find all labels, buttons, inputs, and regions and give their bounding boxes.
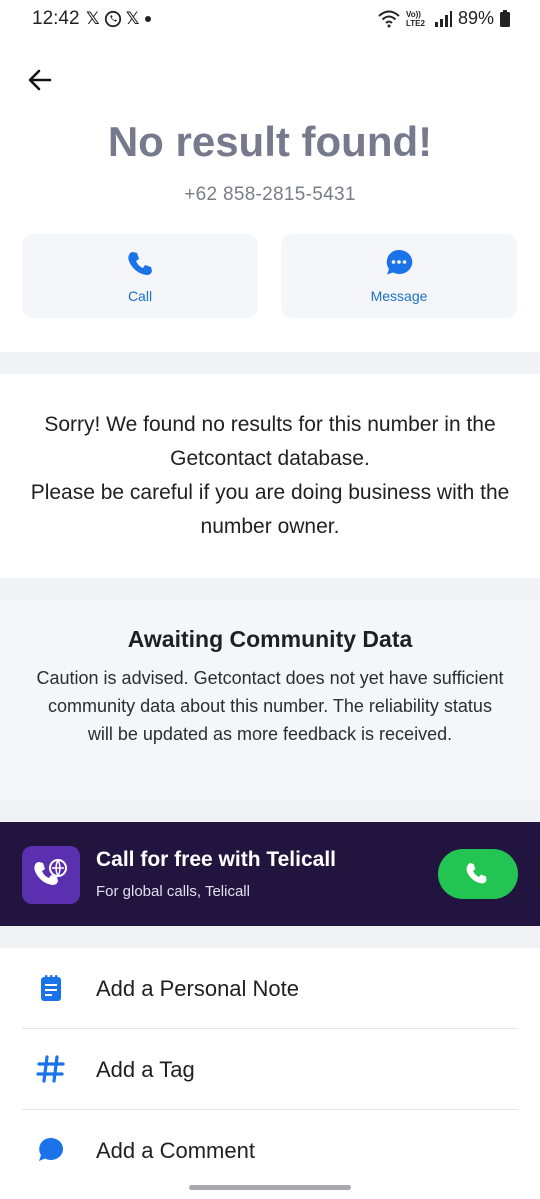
menu-divider: [22, 1109, 518, 1110]
section-divider: [0, 352, 540, 374]
community-title: Awaiting Community Data: [127, 626, 413, 652]
promo-call-button[interactable]: [438, 849, 518, 899]
message-bubble-icon: [386, 249, 413, 275]
menu-divider: [22, 1028, 518, 1029]
status-notification-icons: 𝕏 𝕏: [86, 9, 153, 29]
menu-item-label: Add a Tag: [96, 1057, 195, 1082]
message-label: Message: [370, 288, 428, 304]
arrow-left-icon: [28, 69, 52, 91]
community-body: Caution is advised. Getcontact does not …: [36, 668, 504, 744]
message-button[interactable]: Message: [281, 234, 517, 318]
status-time: 12:42: [32, 8, 80, 29]
status-bar: 12:42 𝕏 𝕏 Vo)) LTE2 89%: [0, 0, 540, 38]
promo-subtitle: For global calls, Telicall: [96, 883, 250, 900]
section-divider: [0, 578, 540, 600]
signal-icon: [434, 10, 452, 27]
back-button[interactable]: [24, 64, 56, 96]
add-comment-item[interactable]: Add a Comment: [22, 1111, 518, 1191]
add-personal-note-item[interactable]: Add a Personal Note: [22, 949, 518, 1029]
call-label: Call: [127, 288, 153, 304]
phone-icon: [466, 863, 487, 884]
menu-item-label: Add a Personal Note: [96, 976, 300, 1001]
whatsapp-icon: [104, 10, 121, 28]
no-result-notice: Sorry! We found no results for this numb…: [24, 408, 516, 544]
section-divider: [0, 800, 540, 822]
telicall-logo: [22, 846, 80, 904]
menu-item-label: Add a Comment: [96, 1138, 255, 1163]
wifi-icon: [378, 10, 400, 27]
x-icon: 𝕏: [86, 9, 100, 28]
notice-line-1: Sorry! We found no results for this numb…: [44, 413, 496, 470]
telicall-logo-icon: [34, 859, 67, 885]
hashtag-icon: [36, 1055, 65, 1083]
home-indicator[interactable]: [189, 1185, 351, 1190]
call-button[interactable]: Call: [22, 234, 258, 318]
dot-icon: [145, 16, 152, 22]
page-title: No result found!: [107, 118, 433, 165]
battery-icon: [500, 10, 510, 27]
section-divider: [0, 926, 540, 948]
x-icon: 𝕏: [125, 9, 140, 28]
add-tag-item[interactable]: Add a Tag: [22, 1030, 518, 1110]
comment-icon: [39, 1137, 64, 1161]
status-system-icons: Vo)) LTE2 89%: [378, 8, 510, 29]
phone-number: +62 858-2815-5431: [184, 184, 356, 205]
note-icon: [41, 975, 61, 1001]
promo-title: Call for free with Telicall: [96, 848, 337, 871]
phone-icon: [128, 252, 152, 275]
notice-line-2: Please be careful if you are doing busin…: [30, 481, 510, 538]
network-label: Vo)) LTE2: [405, 9, 425, 28]
battery-percent: 89%: [457, 8, 494, 28]
